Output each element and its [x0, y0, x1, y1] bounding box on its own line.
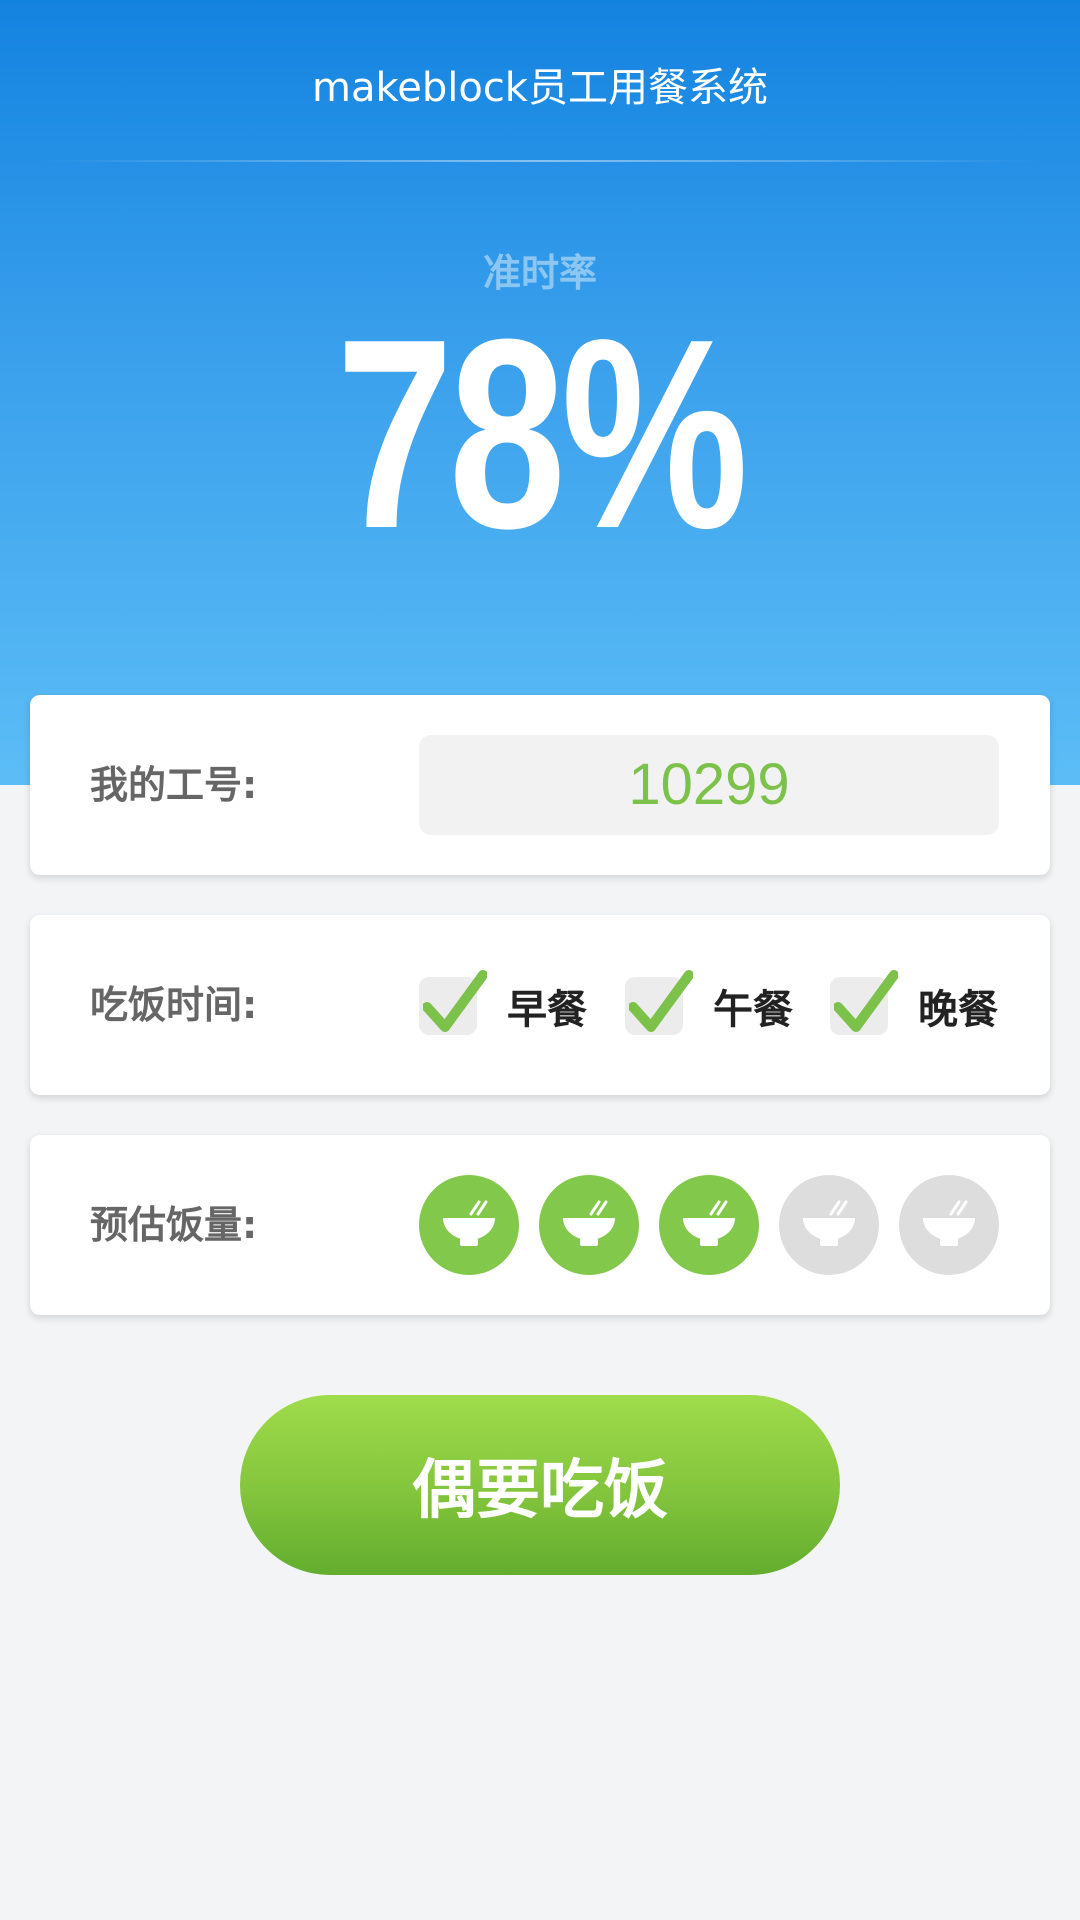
- portion-bowl-1[interactable]: [419, 1175, 519, 1275]
- meal-option-breakfast[interactable]: 早餐: [419, 970, 587, 1037]
- meal-time-card: 吃饭时间: 早餐 午餐 晚餐: [30, 915, 1050, 1095]
- breakfast-label: 早餐: [507, 987, 587, 1033]
- rice-bowl-icon: [803, 1200, 855, 1246]
- dinner-checkbox[interactable]: [830, 970, 898, 1035]
- employee-id-field[interactable]: 10299: [419, 735, 999, 835]
- breakfast-checkbox[interactable]: [419, 970, 487, 1035]
- check-icon: [423, 970, 487, 1032]
- rice-bowl-icon: [563, 1200, 615, 1246]
- portion-bowl-4[interactable]: [779, 1175, 879, 1275]
- title-divider: [40, 160, 1040, 162]
- rice-bowl-icon: [443, 1200, 495, 1246]
- rice-bowl-icon: [923, 1200, 975, 1246]
- portion-card: 预估饭量:: [30, 1135, 1050, 1315]
- on-time-rate-value: 78%: [336, 284, 748, 585]
- portion-label: 预估饭量:: [90, 1203, 258, 1247]
- portion-bowl-3[interactable]: [659, 1175, 759, 1275]
- lunch-checkbox[interactable]: [625, 970, 693, 1035]
- employee-id-label: 我的工号:: [90, 763, 258, 807]
- portion-bowl-5[interactable]: [899, 1175, 999, 1275]
- employee-id-card: 我的工号: 10299: [30, 695, 1050, 875]
- dinner-label: 晚餐: [918, 987, 998, 1033]
- meal-option-lunch[interactable]: 午餐: [625, 970, 793, 1037]
- check-icon: [629, 970, 693, 1032]
- check-icon: [834, 970, 898, 1032]
- app-title: makeblock员工用餐系统: [312, 65, 768, 111]
- rice-bowl-icon: [683, 1200, 735, 1246]
- meal-time-label: 吃饭时间:: [90, 983, 258, 1027]
- meal-option-dinner[interactable]: 晚餐: [830, 970, 998, 1037]
- order-meal-button[interactable]: 偶要吃饭: [240, 1395, 840, 1575]
- lunch-label: 午餐: [713, 987, 793, 1033]
- portion-bowl-2[interactable]: [539, 1175, 639, 1275]
